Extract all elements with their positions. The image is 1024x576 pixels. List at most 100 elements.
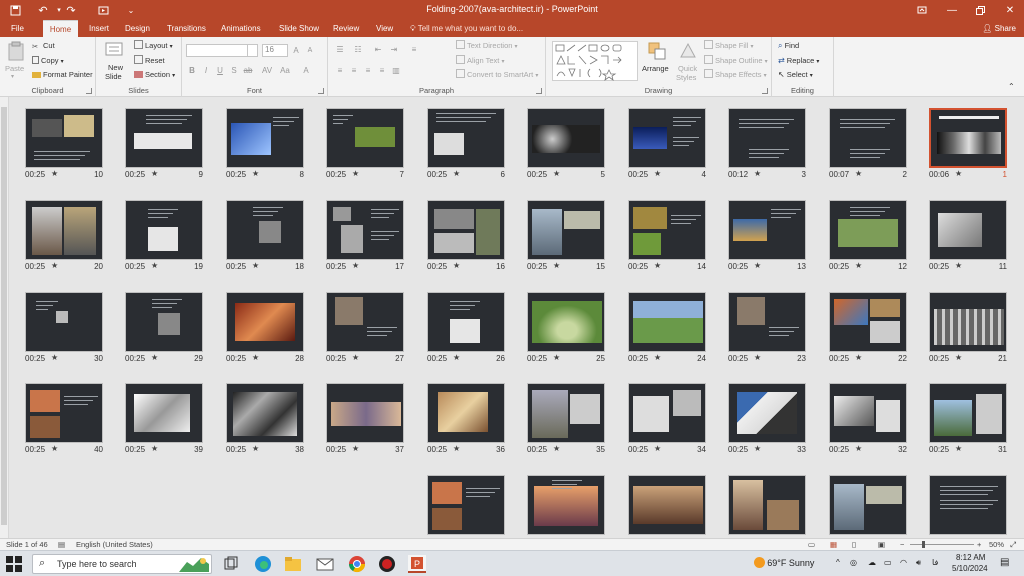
animation-star-icon[interactable]: ★ [51, 169, 58, 178]
shape-outline-button[interactable]: Shape Outline ▾ [704, 55, 768, 67]
increase-indent-icon[interactable]: ⇥ [388, 44, 400, 56]
slideshow-view-icon[interactable]: ▣ [878, 540, 885, 549]
ribbon-display-options-icon[interactable] [914, 2, 930, 18]
shapes-gallery[interactable] [552, 41, 638, 81]
animation-star-icon[interactable]: ★ [553, 169, 560, 178]
edge-icon[interactable] [254, 555, 272, 573]
tray-chevron-icon[interactable]: ^ [836, 558, 840, 567]
animation-star-icon[interactable]: ★ [453, 261, 460, 270]
animation-star-icon[interactable]: ★ [855, 353, 862, 362]
new-slide-button[interactable]: New Slide [102, 40, 130, 82]
windows-start-icon[interactable] [6, 556, 22, 572]
animation-star-icon[interactable]: ★ [252, 353, 259, 362]
animation-star-icon[interactable]: ★ [654, 444, 661, 453]
zoom-slider[interactable] [910, 541, 974, 548]
tab-insert[interactable]: Insert [84, 20, 114, 37]
slide-thumbnail[interactable] [25, 292, 103, 352]
slide-thumbnail[interactable] [527, 108, 605, 168]
normal-view-icon[interactable]: ▭ [808, 540, 815, 549]
animation-star-icon[interactable]: ★ [51, 261, 58, 270]
slide-thumbnail[interactable] [527, 475, 605, 535]
align-center-icon[interactable]: ≡ [348, 65, 360, 77]
format-painter-button[interactable]: Format Painter [32, 69, 93, 81]
animation-star-icon[interactable]: ★ [654, 169, 661, 178]
slide-thumbnail[interactable] [427, 200, 505, 260]
network-icon[interactable]: ▭ [884, 558, 892, 567]
slide-thumbnail[interactable] [427, 383, 505, 443]
numbering-icon[interactable]: ☷ [352, 44, 364, 56]
smartart-button[interactable]: Convert to SmartArt ▾ [456, 69, 538, 81]
animation-star-icon[interactable]: ★ [352, 169, 359, 178]
animation-star-icon[interactable]: ★ [151, 169, 158, 178]
tray-cloud-icon[interactable]: ☁ [868, 558, 876, 567]
font-size-combo[interactable]: 16 [262, 44, 288, 57]
taskbar-search-box[interactable]: ⌕ Type here to search [32, 554, 212, 574]
slide-thumbnail[interactable] [829, 108, 907, 168]
slide-thumbnail[interactable] [226, 200, 304, 260]
slide-thumbnail[interactable] [929, 200, 1007, 260]
slide-thumbnail[interactable] [527, 292, 605, 352]
tab-view[interactable]: View [371, 20, 398, 37]
slide-thumbnail[interactable] [728, 475, 806, 535]
animation-star-icon[interactable]: ★ [855, 261, 862, 270]
layout-button[interactable]: Layout ▾ [134, 40, 173, 52]
collapse-ribbon-icon[interactable]: ⌃ [1008, 81, 1015, 93]
animation-star-icon[interactable]: ★ [453, 444, 460, 453]
slide-thumbnail[interactable] [829, 383, 907, 443]
powerpoint-taskbar-icon[interactable]: P [408, 555, 426, 573]
font-name-combo[interactable] [186, 44, 248, 57]
shape-fill-button[interactable]: Shape Fill ▾ [704, 40, 753, 52]
animation-star-icon[interactable]: ★ [754, 353, 761, 362]
tab-animations[interactable]: Animations [216, 20, 266, 37]
slide-thumbnail[interactable] [829, 292, 907, 352]
volume-icon[interactable]: 🔊︎ [916, 558, 921, 568]
scrollbar-thumb[interactable] [1, 107, 7, 525]
slide-thumbnail[interactable] [929, 292, 1007, 352]
slide-thumbnail[interactable] [527, 200, 605, 260]
reading-view-icon[interactable]: ▯ [852, 540, 856, 549]
animation-star-icon[interactable]: ★ [553, 261, 560, 270]
animation-star-icon[interactable]: ★ [352, 444, 359, 453]
bullets-icon[interactable]: ☰ [334, 44, 346, 56]
zoom-slider-thumb[interactable] [922, 541, 925, 548]
cut-button[interactable]: ✂ Cut [32, 40, 55, 52]
slide-thumbnail[interactable] [226, 383, 304, 443]
input-language-icon[interactable]: فا [932, 558, 938, 567]
slide-thumbnail[interactable] [25, 383, 103, 443]
align-text-button[interactable]: Align Text ▾ [456, 55, 505, 67]
arrange-button[interactable]: Arrange [642, 41, 672, 83]
font-color-icon[interactable]: A [300, 65, 312, 77]
slide-sorter-view-icon[interactable]: ▦ [830, 540, 837, 549]
underline-icon[interactable]: U [214, 65, 226, 77]
clock-date[interactable]: 5/10/2024 [952, 564, 988, 573]
slide-thumbnail[interactable] [628, 383, 706, 443]
italic-icon[interactable]: I [200, 65, 212, 77]
animation-star-icon[interactable]: ★ [252, 261, 259, 270]
weather-widget[interactable]: 69°F Sunny [754, 557, 814, 568]
animation-star-icon[interactable]: ★ [955, 261, 962, 270]
section-button[interactable]: Section ▾ [134, 69, 175, 81]
tab-home[interactable]: Home [43, 20, 78, 37]
slide-thumbnail[interactable] [728, 108, 806, 168]
justify-icon[interactable]: ≡ [376, 65, 388, 77]
animation-star-icon[interactable]: ★ [453, 353, 460, 362]
chrome-icon[interactable] [348, 555, 366, 573]
mail-icon[interactable] [316, 555, 334, 573]
slide-thumbnail[interactable] [527, 383, 605, 443]
slide-thumbnail[interactable] [427, 108, 505, 168]
animation-star-icon[interactable]: ★ [151, 261, 158, 270]
decrease-font-icon[interactable]: A [304, 45, 316, 57]
wifi-icon[interactable]: ◠ [900, 558, 907, 567]
slide-thumbnail[interactable] [728, 200, 806, 260]
decrease-indent-icon[interactable]: ⇤ [372, 44, 384, 56]
slide-thumbnail[interactable] [829, 200, 907, 260]
quick-styles-button[interactable]: Quick Styles [674, 41, 702, 83]
animation-star-icon[interactable]: ★ [252, 444, 259, 453]
animation-star-icon[interactable]: ★ [553, 444, 560, 453]
columns-icon[interactable]: ▥ [390, 65, 402, 77]
file-explorer-icon[interactable] [284, 555, 302, 573]
animation-star-icon[interactable]: ★ [352, 261, 359, 270]
align-right-icon[interactable]: ≡ [362, 65, 374, 77]
zoom-in-icon[interactable]: + [977, 540, 981, 549]
slide-thumbnail[interactable] [326, 108, 404, 168]
